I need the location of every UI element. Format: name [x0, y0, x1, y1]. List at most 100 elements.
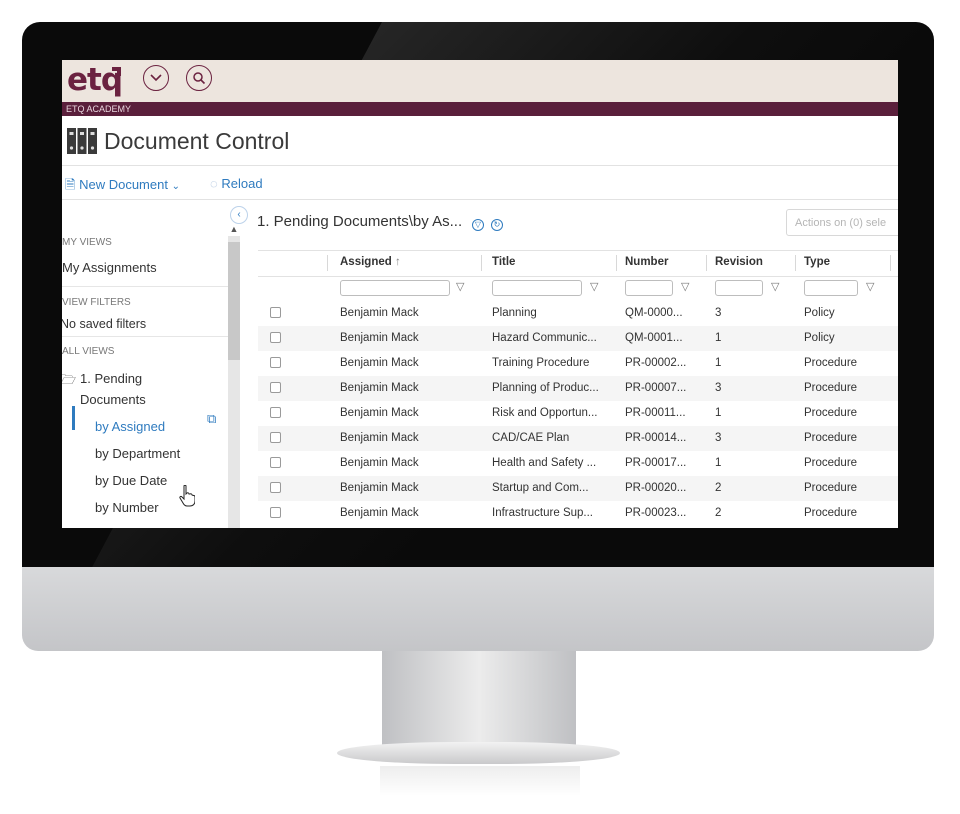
reload-icon: ◌ — [210, 176, 218, 191]
cell-type: Procedure — [804, 432, 858, 444]
chevron-down-icon — [150, 74, 162, 82]
type-filter-input[interactable] — [804, 280, 858, 296]
sidebar-folder-pending[interactable]: 1. Pending — [80, 371, 142, 386]
cell-type: Procedure — [804, 457, 858, 469]
sidebar-folder-pending-line2[interactable]: Documents — [80, 392, 146, 407]
row-checkbox[interactable] — [270, 457, 281, 468]
cell-type: Policy — [804, 332, 835, 344]
row-checkbox[interactable] — [270, 307, 281, 318]
cell-title: Infrastructure Sup... — [492, 507, 593, 519]
table-row[interactable]: Benjamin Mack CAD/CAE Plan PR-00014... 3 Pro… — [258, 426, 898, 451]
actions-button[interactable]: Actions on (0) sele — [786, 209, 898, 236]
cell-title: CAD/CAE Plan — [492, 432, 570, 444]
divider — [62, 165, 898, 166]
cell-assigned: Benjamin Mack — [340, 457, 419, 469]
table-row[interactable]: Benjamin Mack Training Procedure PR-00002.… — [258, 351, 898, 376]
cell-title: Health and Safety ... — [492, 457, 597, 469]
cell-assigned: Benjamin Mack — [340, 482, 419, 494]
screen: etq ETQ ACADEMY Document Control 🗎 New D… — [62, 60, 898, 528]
all-views-header: ALL VIEWS — [62, 346, 115, 357]
collapse-sidebar-button[interactable]: ‹ — [230, 206, 248, 224]
table-row[interactable]: Benjamin Mack Infrastructure Sup... PR-000… — [258, 501, 898, 526]
view-filters-header: VIEW FILTERS — [62, 297, 131, 308]
cell-number: PR-00017... — [625, 457, 687, 469]
refresh-view-icon[interactable]: ↻ — [491, 219, 503, 231]
column-header-title[interactable]: Title — [492, 256, 515, 268]
sidebar-item-by-department[interactable]: by Department — [95, 446, 180, 461]
cell-revision: 1 — [715, 457, 722, 469]
sort-ascending-icon: ↑ — [394, 256, 401, 268]
filter-view-icon[interactable]: ▽ — [472, 219, 484, 231]
row-checkbox[interactable] — [270, 482, 281, 493]
menu-dropdown-button[interactable] — [143, 65, 169, 91]
funnel-icon[interactable]: ▽ — [590, 280, 598, 293]
row-checkbox[interactable] — [270, 357, 281, 368]
title-filter-input[interactable] — [492, 280, 582, 296]
table-row[interactable]: Benjamin Mack Startup and Com... PR-00020.… — [258, 476, 898, 501]
no-saved-filters-text: No saved filters — [62, 317, 147, 331]
cell-type: Procedure — [804, 482, 858, 494]
cell-type: Procedure — [804, 357, 858, 369]
cell-number: PR-00014... — [625, 432, 687, 444]
sidebar-item-by-assigned[interactable]: by Assigned — [95, 419, 165, 434]
cell-number: QM-0001... — [625, 332, 683, 344]
monitor-chin — [22, 567, 934, 651]
hand-cursor-icon — [179, 485, 195, 507]
scroll-up-arrow-icon[interactable]: ▲ — [228, 224, 240, 236]
search-button[interactable] — [186, 65, 212, 91]
copy-view-icon[interactable]: ⧉ — [207, 411, 216, 427]
row-checkbox[interactable] — [270, 332, 281, 343]
number-filter-input[interactable] — [625, 280, 673, 296]
cell-number: QM-0000... — [625, 307, 683, 319]
column-header-type[interactable]: Type — [804, 256, 830, 268]
funnel-icon[interactable]: ▽ — [866, 280, 874, 293]
funnel-icon[interactable]: ▽ — [456, 280, 464, 293]
table-row[interactable]: Benjamin Mack Planning of Produc... PR-000… — [258, 376, 898, 401]
academy-bar: ETQ ACADEMY — [62, 102, 898, 116]
assigned-filter-input[interactable] — [340, 280, 450, 296]
funnel-icon[interactable]: ▽ — [771, 280, 779, 293]
cell-revision: 3 — [715, 432, 722, 444]
sidebar-scroll-thumb[interactable] — [228, 242, 240, 360]
row-checkbox[interactable] — [270, 407, 281, 418]
cell-type: Procedure — [804, 407, 858, 419]
cell-title: Risk and Opportun... — [492, 407, 598, 419]
grid-header: Assigned ↑ Title Number Revision Type — [258, 250, 898, 277]
column-divider — [890, 255, 891, 271]
cell-title: Planning — [492, 307, 537, 319]
stand-reflection — [380, 766, 580, 796]
divider — [62, 286, 228, 287]
sidebar: ‹ ▲ MY VIEWS My Assignments VIEW FILTERS… — [62, 200, 248, 528]
revision-filter-input[interactable] — [715, 280, 763, 296]
row-checkbox[interactable] — [270, 507, 281, 518]
search-icon — [193, 72, 206, 85]
table-row[interactable]: Benjamin Mack Health and Safety ... PR-000… — [258, 451, 898, 476]
row-checkbox[interactable] — [270, 432, 281, 443]
table-row[interactable]: Benjamin Mack Planning QM-0000... 3 Policy — [258, 301, 898, 326]
column-header-number[interactable]: Number — [625, 256, 668, 268]
reload-label: Reload — [221, 176, 263, 191]
cell-revision: 1 — [715, 357, 722, 369]
filter-row: ▽ ▽ ▽ ▽ ▽ — [258, 276, 898, 300]
table-row[interactable]: Benjamin Mack Hazard Communic... QM-0001..… — [258, 326, 898, 351]
sidebar-item-by-number[interactable]: by Number — [95, 500, 159, 515]
cell-assigned: Benjamin Mack — [340, 357, 419, 369]
my-views-header: MY VIEWS — [62, 237, 112, 248]
column-header-revision[interactable]: Revision — [715, 256, 763, 268]
new-document-button[interactable]: 🗎 New Document ⌄ — [65, 176, 180, 198]
cell-number: PR-00011... — [625, 407, 686, 419]
cell-number: PR-00002... — [625, 357, 687, 369]
funnel-icon[interactable]: ▽ — [681, 280, 689, 293]
reload-button[interactable]: ◌ Reload — [210, 176, 263, 191]
column-header-assigned[interactable]: Assigned ↑ — [340, 256, 401, 268]
cell-revision: 1 — [715, 332, 722, 344]
cell-assigned: Benjamin Mack — [340, 432, 419, 444]
cell-revision: 2 — [715, 482, 722, 494]
row-checkbox[interactable] — [270, 382, 281, 393]
logo-mark-icon — [112, 67, 121, 76]
cell-title: Hazard Communic... — [492, 332, 597, 344]
sidebar-item-my-assignments[interactable]: My Assignments — [62, 260, 157, 275]
sidebar-item-by-due-date[interactable]: by Due Date — [95, 473, 167, 488]
cell-revision: 1 — [715, 407, 722, 419]
table-row[interactable]: Benjamin Mack Risk and Opportun... PR-0001… — [258, 401, 898, 426]
